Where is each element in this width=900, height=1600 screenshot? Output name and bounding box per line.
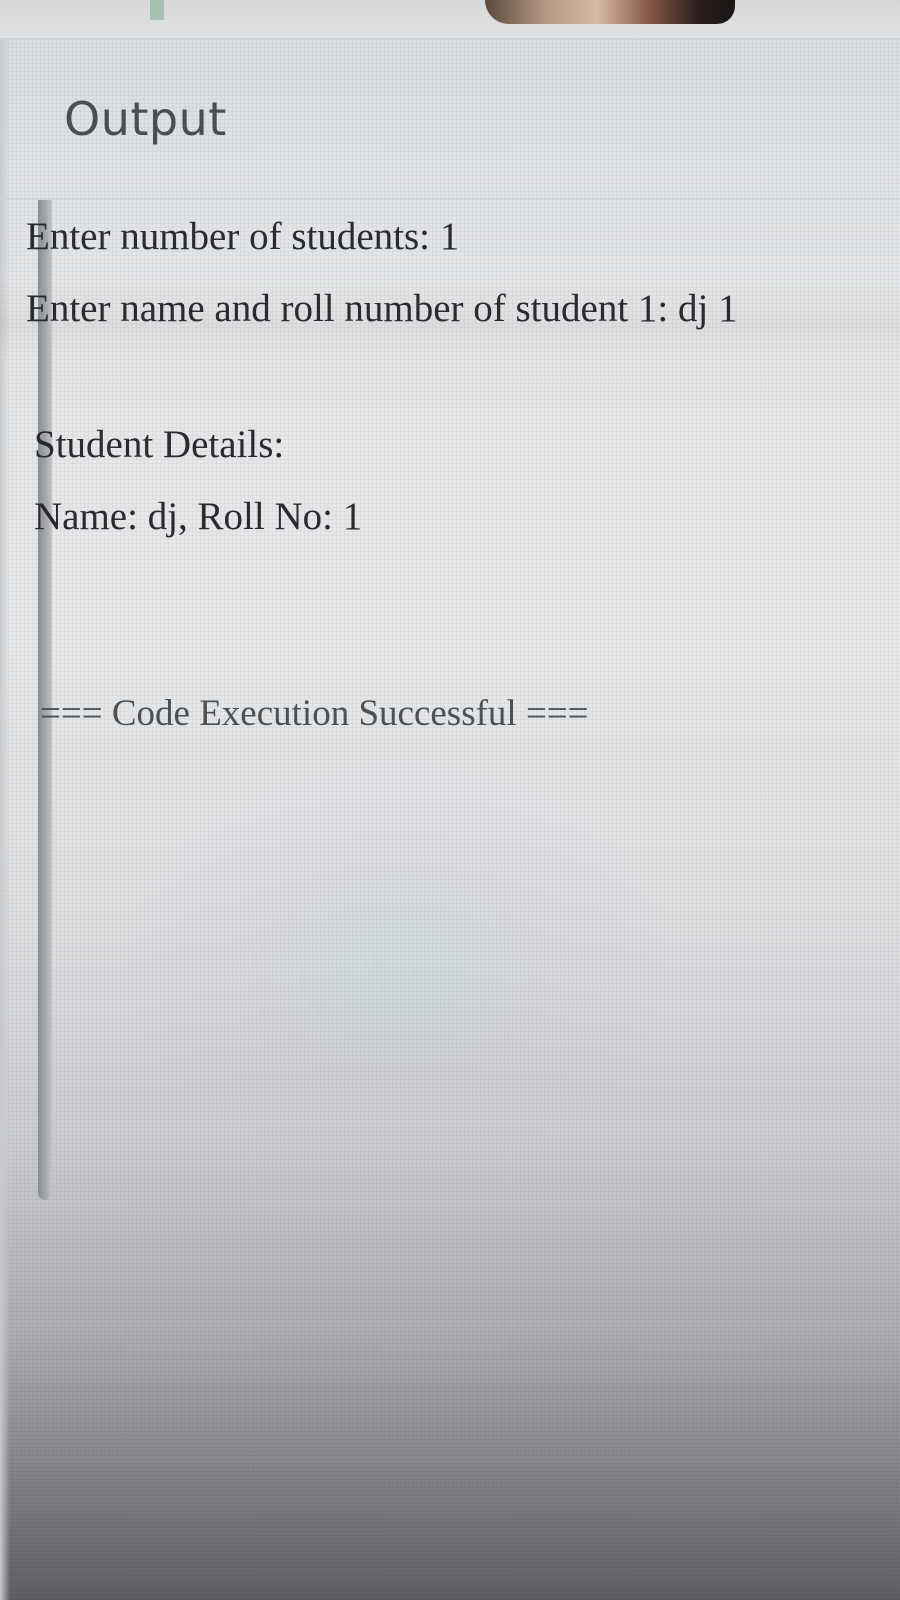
console-line: Enter name and roll number of student 1:… (26, 287, 738, 330)
output-title: Output (64, 92, 227, 146)
execution-status: === Code Execution Successful === (40, 693, 589, 734)
photo-fragment (485, 0, 735, 24)
console-line: Name: dj, Roll No: 1 (34, 495, 363, 538)
top-strip (0, 0, 900, 39)
console-output: Enter number of students: 1 Enter name a… (0, 200, 900, 760)
console-line: Student Details: (34, 423, 285, 466)
moire-glow (120, 760, 680, 1180)
console-line: Enter number of students: 1 (26, 215, 460, 258)
green-tab-fragment (150, 0, 164, 20)
